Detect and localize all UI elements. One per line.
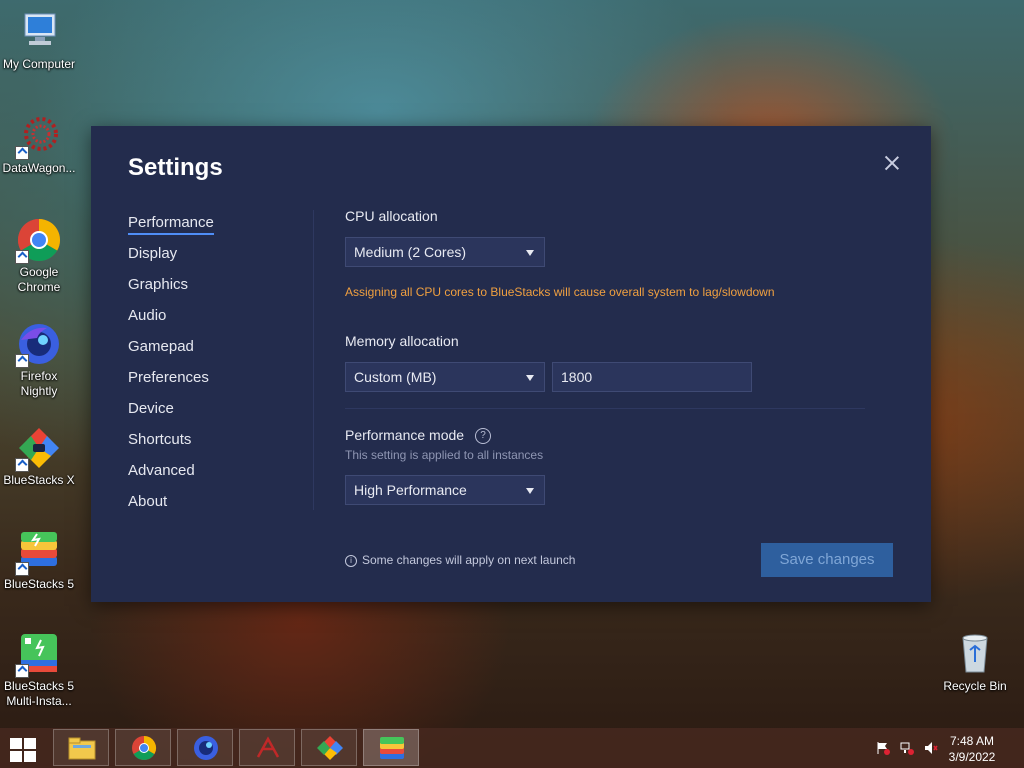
cpu-allocation-select[interactable]: Medium (2 Cores) (345, 237, 545, 267)
desktop-icon-label: DataWagon... (2, 161, 76, 175)
volume-muted-icon[interactable] (924, 741, 938, 755)
launch-note-text: Some changes will apply on next launch (362, 553, 576, 567)
shortcut-arrow-icon (15, 458, 29, 472)
desktop-icon-label: BlueStacks 5 Multi-Insta... (3, 679, 75, 708)
desktop-icon-datawagon[interactable]: DataWagon... (0, 114, 79, 176)
performance-mode-subtitle: This setting is applied to all instances (345, 448, 544, 462)
desktop-icon-recycle-bin[interactable]: Recycle Bin (935, 632, 1015, 694)
desktop-icon-firefox-nightly[interactable]: Firefox Nightly (0, 322, 79, 399)
bluestacks-x-icon (316, 735, 344, 761)
computer-icon (17, 10, 61, 54)
cpu-allocation-label: CPU allocation (345, 208, 438, 224)
nav-item-label: Performance (128, 214, 214, 235)
nav-item-label: About (128, 493, 168, 510)
shortcut-arrow-icon (15, 562, 29, 576)
taskbar-firefox-nightly[interactable] (177, 729, 233, 766)
cpu-warning-text: Assigning all CPU cores to BlueStacks wi… (345, 285, 775, 299)
recycle-bin-icon (953, 632, 997, 676)
close-icon[interactable] (883, 154, 901, 172)
datawagon-icon (15, 114, 61, 160)
desktop-icon-my-computer[interactable]: My Computer (0, 10, 79, 72)
clock-date: 3/9/2022 (948, 750, 996, 764)
clock-time: 7:48 AM (949, 734, 995, 748)
nav-item-preferences[interactable]: Preferences (128, 369, 214, 400)
memory-value: 1800 (561, 369, 593, 385)
nav-item-label: Graphics (128, 276, 189, 293)
chevron-down-icon (526, 488, 534, 494)
nav-item-label: Gamepad (128, 338, 194, 355)
nav-item-performance[interactable]: Performance (128, 214, 214, 245)
settings-nav: Performance Display Graphics Audio Gamep… (128, 214, 214, 524)
settings-dialog: Settings Performance Display Graphics Au… (91, 126, 931, 602)
desktop-icon-label: Recycle Bin (943, 679, 1007, 693)
desktop-icon-label: Firefox Nightly (20, 369, 58, 398)
network-icon[interactable] (900, 741, 914, 755)
memory-allocation-label: Memory allocation (345, 333, 459, 349)
bluestacks-x-icon (15, 426, 61, 472)
desktop-icon-bluestacks-multi-instance[interactable]: BlueStacks 5 Multi-Insta... (0, 632, 79, 709)
chevron-down-icon (526, 375, 534, 381)
taskbar-datawagon[interactable] (239, 729, 295, 766)
divider (313, 210, 314, 510)
shortcut-arrow-icon (15, 146, 29, 160)
nav-item-advanced[interactable]: Advanced (128, 462, 214, 493)
help-icon[interactable]: ? (475, 428, 491, 444)
firefox-nightly-icon (15, 322, 61, 368)
action-center-flag-icon[interactable] (876, 741, 890, 755)
shortcut-arrow-icon (15, 664, 29, 678)
folder-icon (68, 735, 96, 761)
nav-item-gamepad[interactable]: Gamepad (128, 338, 214, 369)
taskbar: 7:48 AM 3/9/2022 (0, 728, 1024, 768)
desktop-icon-label: Google Chrome (17, 265, 61, 294)
save-changes-button[interactable]: Save changes (761, 543, 893, 577)
taskbar-bluestacks-x[interactable] (301, 729, 357, 766)
desktop-icon-google-chrome[interactable]: Google Chrome (0, 218, 79, 295)
nav-item-display[interactable]: Display (128, 245, 214, 276)
nav-item-about[interactable]: About (128, 493, 214, 524)
nav-item-audio[interactable]: Audio (128, 307, 214, 338)
launch-note: i Some changes will apply on next launch (345, 553, 575, 567)
bluestacks-multi-instance-icon (15, 632, 61, 678)
desktop-icon-label: BlueStacks X (3, 473, 75, 487)
nav-item-label: Audio (128, 307, 167, 324)
chrome-icon (130, 735, 158, 761)
info-icon: i (345, 555, 357, 567)
system-clock[interactable]: 7:48 AM 3/9/2022 (942, 733, 1002, 765)
shortcut-arrow-icon (15, 354, 29, 368)
divider (345, 408, 865, 409)
nav-item-label: Shortcuts (128, 431, 192, 448)
nav-item-label: Preferences (128, 369, 209, 386)
nav-item-device[interactable]: Device (128, 400, 214, 431)
nav-item-shortcuts[interactable]: Shortcuts (128, 431, 214, 462)
memory-mode-value: Custom (MB) (354, 369, 437, 385)
bluestacks-5-icon (15, 530, 61, 576)
performance-mode-label: Performance mode (345, 427, 465, 443)
start-button[interactable] (8, 736, 38, 762)
memory-mode-select[interactable]: Custom (MB) (345, 362, 545, 392)
memory-value-input[interactable]: 1800 (552, 362, 752, 392)
desktop-icon-label: My Computer (2, 57, 76, 71)
nav-item-graphics[interactable]: Graphics (128, 276, 214, 307)
chrome-icon (15, 218, 61, 264)
nav-item-label: Display (128, 245, 178, 262)
nav-item-label: Advanced (128, 462, 195, 479)
taskbar-bluestacks-5[interactable] (363, 729, 419, 766)
chevron-down-icon (526, 250, 534, 256)
datawagon-icon (254, 735, 282, 761)
settings-title: Settings (128, 154, 223, 181)
bluestacks-5-icon (378, 735, 406, 761)
taskbar-file-explorer[interactable] (53, 729, 109, 766)
desktop-icon-bluestacks-x[interactable]: BlueStacks X (0, 426, 79, 488)
firefox-nightly-icon (192, 735, 220, 761)
performance-mode-value: High Performance (354, 482, 467, 498)
nav-item-label: Device (128, 400, 174, 417)
desktop-icon-bluestacks-5[interactable]: BlueStacks 5 (0, 530, 79, 592)
shortcut-arrow-icon (15, 250, 29, 264)
performance-mode-select[interactable]: High Performance (345, 475, 545, 505)
desktop-icon-label: BlueStacks 5 (3, 577, 75, 591)
cpu-allocation-value: Medium (2 Cores) (354, 244, 467, 260)
taskbar-chrome[interactable] (115, 729, 171, 766)
